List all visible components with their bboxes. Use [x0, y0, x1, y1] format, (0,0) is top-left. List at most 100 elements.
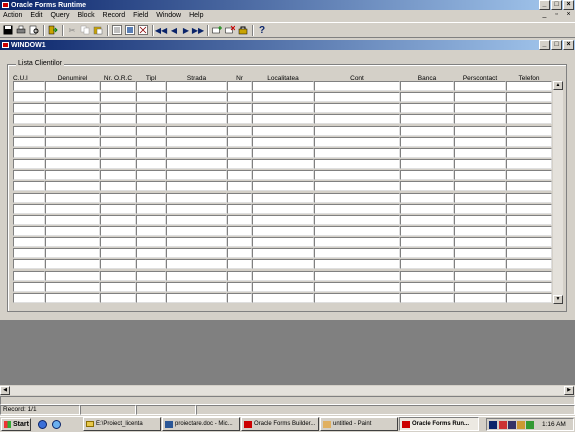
field-telefon[interactable]	[506, 125, 552, 136]
field-nr[interactable]	[227, 181, 252, 192]
field-nr[interactable]	[227, 248, 252, 259]
field-nr-orc[interactable]	[100, 103, 136, 114]
field-telefon[interactable]	[506, 203, 552, 214]
field-localitatea[interactable]	[252, 203, 314, 214]
field-nr[interactable]	[227, 281, 252, 292]
field-cui[interactable]	[13, 147, 45, 158]
field-localitatea[interactable]	[252, 159, 314, 170]
field-perscontact[interactable]	[454, 203, 506, 214]
field-cont[interactable]	[314, 159, 400, 170]
field-cui[interactable]	[13, 259, 45, 270]
field-tip[interactable]	[136, 203, 166, 214]
field-cont[interactable]	[314, 147, 400, 158]
field-denumire[interactable]	[45, 92, 100, 103]
field-perscontact[interactable]	[454, 159, 506, 170]
field-denumire[interactable]	[45, 136, 100, 147]
field-localitatea[interactable]	[252, 281, 314, 292]
field-nr-orc[interactable]	[100, 248, 136, 259]
field-banca[interactable]	[400, 92, 454, 103]
field-perscontact[interactable]	[454, 192, 506, 203]
field-perscontact[interactable]	[454, 147, 506, 158]
field-cont[interactable]	[314, 225, 400, 236]
field-banca[interactable]	[400, 81, 454, 91]
cut-icon[interactable]: ✂	[66, 24, 78, 36]
scroll-left-arrow-icon[interactable]: ◀	[0, 386, 10, 395]
field-cui[interactable]	[13, 248, 45, 259]
field-perscontact[interactable]	[454, 281, 506, 292]
field-tip[interactable]	[136, 270, 166, 281]
field-cont[interactable]	[314, 292, 400, 303]
field-cont[interactable]	[314, 237, 400, 248]
window1-minimize-button[interactable]: _	[539, 40, 550, 50]
field-strada[interactable]	[166, 292, 227, 303]
field-banca[interactable]	[400, 270, 454, 281]
field-tip[interactable]	[136, 159, 166, 170]
field-tip[interactable]	[136, 259, 166, 270]
field-nr-orc[interactable]	[100, 170, 136, 181]
field-localitatea[interactable]	[252, 136, 314, 147]
field-denumire[interactable]	[45, 248, 100, 259]
field-nr-orc[interactable]	[100, 136, 136, 147]
copy-icon[interactable]	[79, 24, 91, 36]
print-icon[interactable]	[15, 24, 27, 36]
field-strada[interactable]	[166, 181, 227, 192]
maximize-button[interactable]: □	[551, 0, 562, 10]
field-localitatea[interactable]	[252, 214, 314, 225]
menu-record[interactable]: Record	[103, 11, 126, 21]
field-denumire[interactable]	[45, 259, 100, 270]
previous-block-icon[interactable]: ◀◀	[155, 24, 167, 36]
field-nr[interactable]	[227, 214, 252, 225]
field-cui[interactable]	[13, 225, 45, 236]
field-perscontact[interactable]	[454, 181, 506, 192]
field-tip[interactable]	[136, 114, 166, 125]
field-strada[interactable]	[166, 248, 227, 259]
field-localitatea[interactable]	[252, 181, 314, 192]
field-cont[interactable]	[314, 103, 400, 114]
taskbar-item-forms-runtime[interactable]: Oracle Forms Run...	[399, 417, 479, 431]
field-cui[interactable]	[13, 114, 45, 125]
save-icon[interactable]	[2, 24, 14, 36]
menu-edit[interactable]: Edit	[30, 11, 42, 21]
field-tip[interactable]	[136, 92, 166, 103]
field-telefon[interactable]	[506, 214, 552, 225]
field-nr-orc[interactable]	[100, 81, 136, 91]
field-localitatea[interactable]	[252, 237, 314, 248]
field-cui[interactable]	[13, 125, 45, 136]
field-telefon[interactable]	[506, 270, 552, 281]
field-cui[interactable]	[13, 192, 45, 203]
menu-field[interactable]: Field	[133, 11, 148, 21]
field-tip[interactable]	[136, 103, 166, 114]
field-nr-orc[interactable]	[100, 181, 136, 192]
field-perscontact[interactable]	[454, 114, 506, 125]
field-cui[interactable]	[13, 81, 45, 91]
field-strada[interactable]	[166, 259, 227, 270]
field-perscontact[interactable]	[454, 248, 506, 259]
insert-record-icon[interactable]	[211, 24, 223, 36]
field-telefon[interactable]	[506, 136, 552, 147]
field-cont[interactable]	[314, 192, 400, 203]
enter-query-icon[interactable]	[111, 24, 123, 36]
field-denumire[interactable]	[45, 103, 100, 114]
field-tip[interactable]	[136, 81, 166, 91]
field-perscontact[interactable]	[454, 103, 506, 114]
mdi-close-button[interactable]: ×	[563, 11, 574, 21]
field-tip[interactable]	[136, 281, 166, 292]
close-button[interactable]: ×	[563, 0, 574, 10]
field-denumire[interactable]	[45, 192, 100, 203]
field-nr[interactable]	[227, 237, 252, 248]
window1-maximize-button[interactable]: □	[551, 40, 562, 50]
field-nr[interactable]	[227, 114, 252, 125]
field-telefon[interactable]	[506, 147, 552, 158]
field-cont[interactable]	[314, 248, 400, 259]
field-denumire[interactable]	[45, 214, 100, 225]
field-perscontact[interactable]	[454, 259, 506, 270]
field-banca[interactable]	[400, 181, 454, 192]
field-cont[interactable]	[314, 136, 400, 147]
field-banca[interactable]	[400, 125, 454, 136]
field-localitatea[interactable]	[252, 192, 314, 203]
field-strada[interactable]	[166, 136, 227, 147]
field-cui[interactable]	[13, 103, 45, 114]
field-tip[interactable]	[136, 292, 166, 303]
field-localitatea[interactable]	[252, 270, 314, 281]
field-localitatea[interactable]	[252, 225, 314, 236]
